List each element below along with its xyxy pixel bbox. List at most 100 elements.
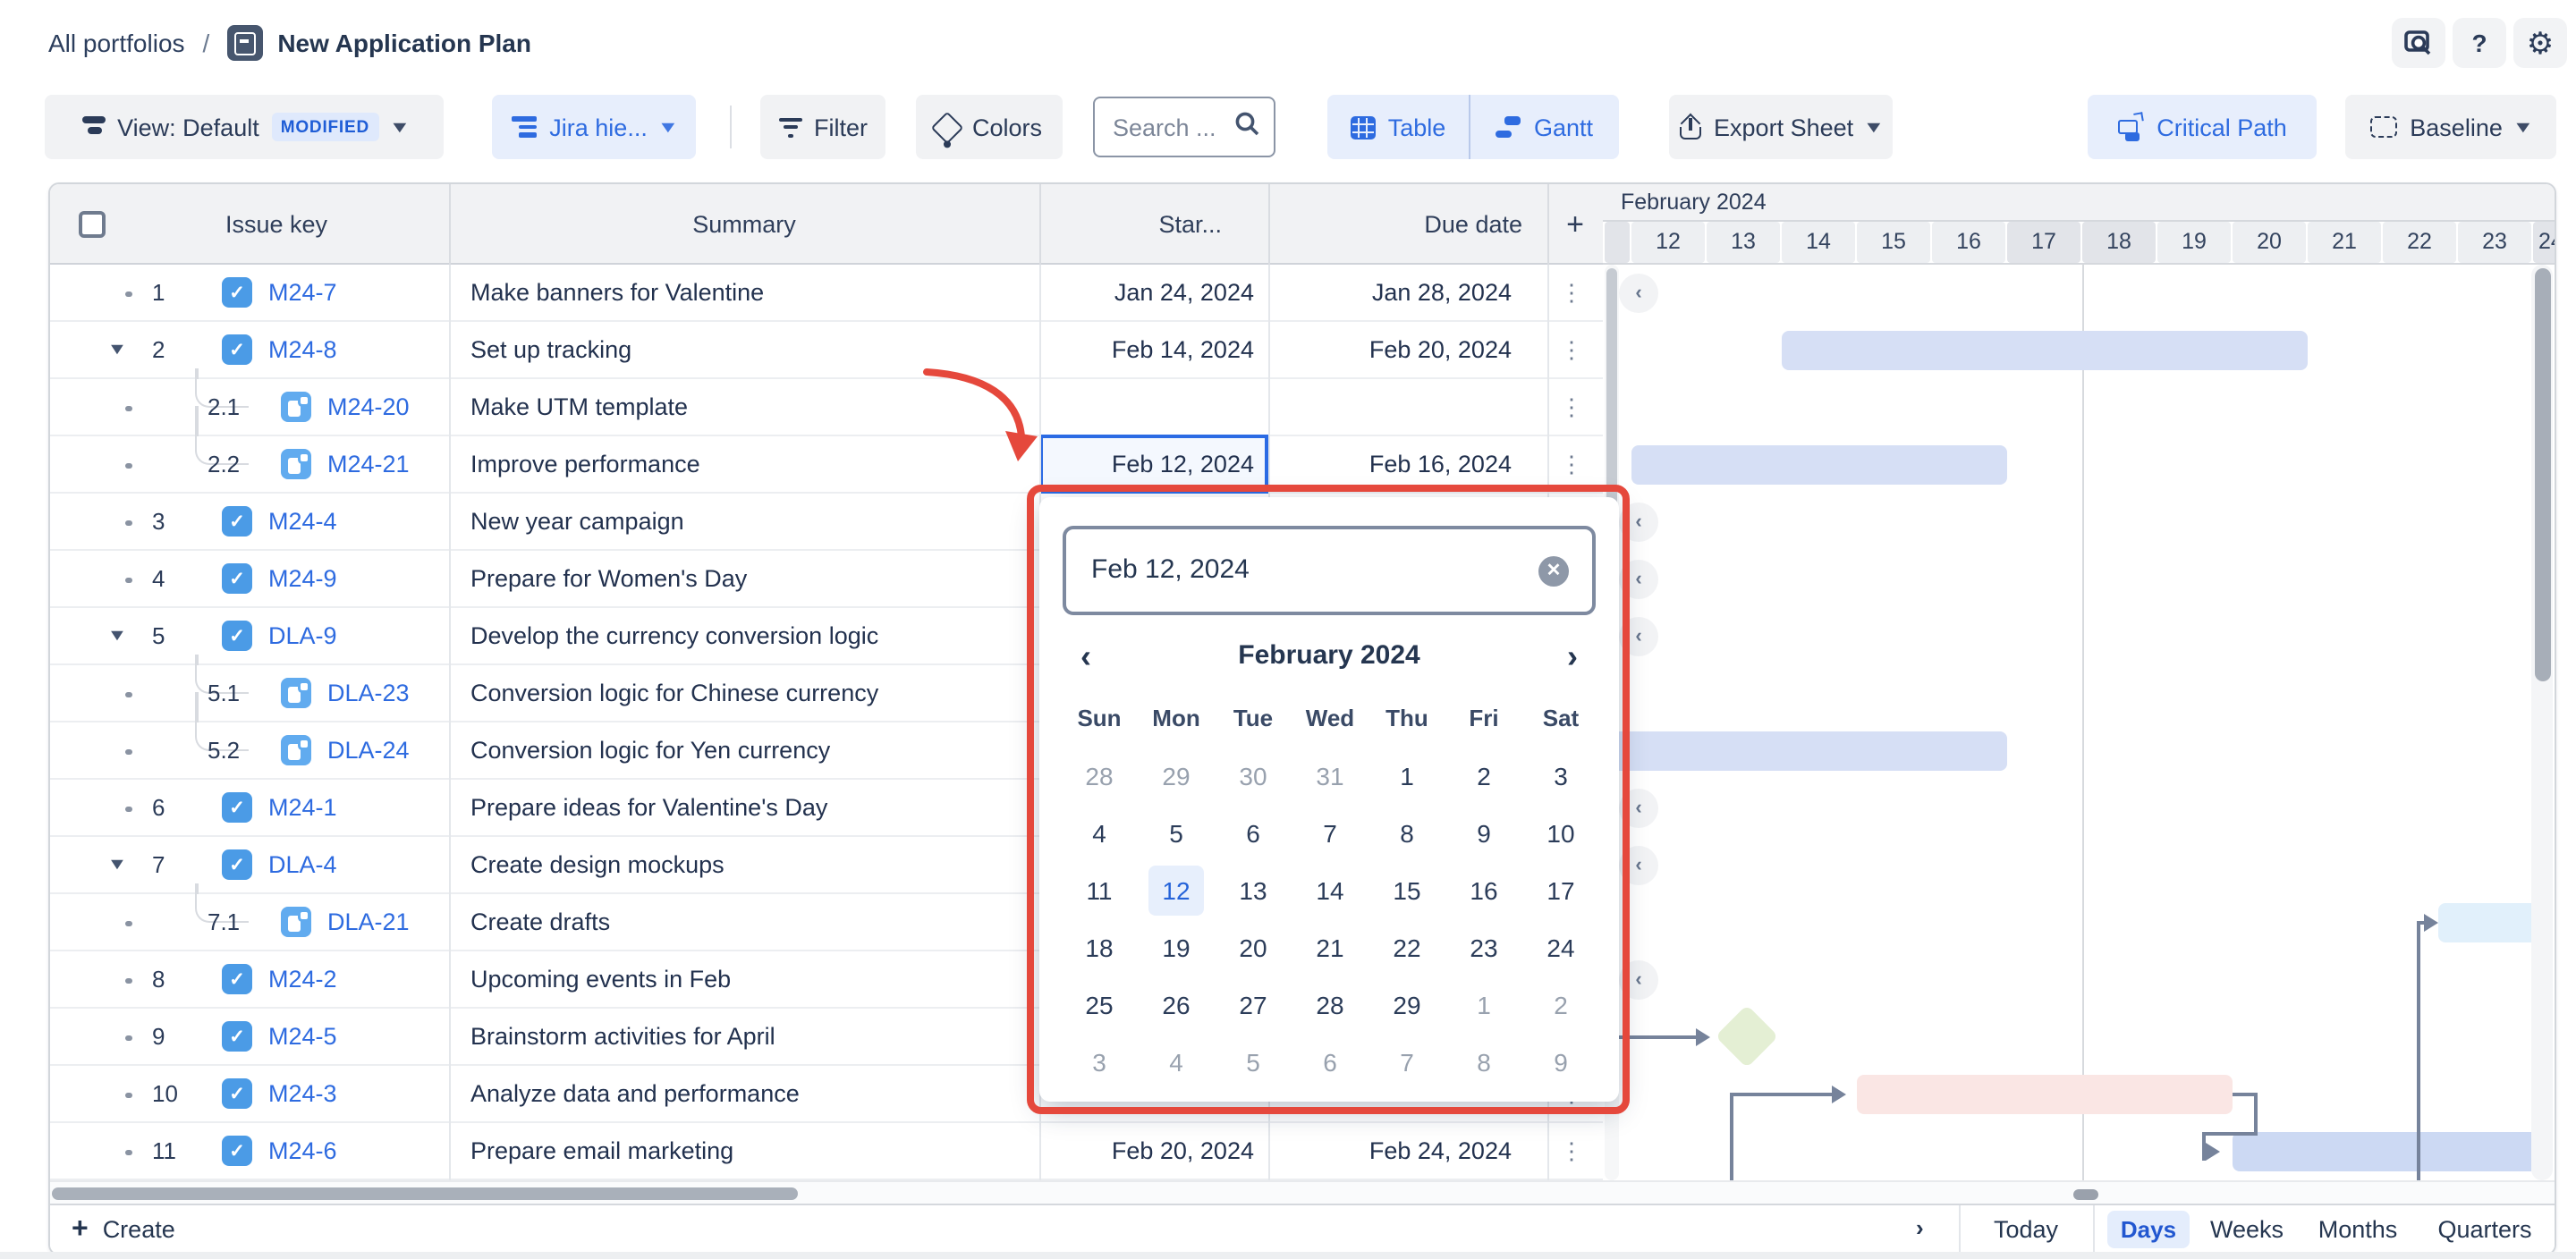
table-row[interactable]: 1✓M24-7Make banners for ValentineJan 24,… [50, 265, 1603, 322]
gantt-view-button[interactable]: Gantt [1470, 95, 1619, 159]
issue-key-link[interactable]: M24-3 [268, 1066, 337, 1121]
gantt-bar-11[interactable] [2233, 1132, 2531, 1171]
today-button[interactable]: Today [1959, 1205, 2093, 1254]
column-issue-key[interactable]: Issue key [50, 184, 449, 265]
start-date-cell[interactable]: Feb 14, 2024 [1039, 322, 1254, 377]
task-type-icon: ✓ [222, 1136, 252, 1166]
gantt-bar-10[interactable] [1857, 1075, 2233, 1114]
filter-button[interactable]: Filter [760, 95, 886, 159]
issue-summary[interactable]: Improve performance [470, 436, 700, 492]
issue-key-link[interactable]: M24-4 [268, 494, 337, 549]
gantt-bar-2.2[interactable] [1631, 445, 2007, 485]
due-date-cell[interactable]: Feb 20, 2024 [1268, 322, 1530, 377]
issue-summary[interactable]: Conversion logic for Chinese currency [470, 665, 878, 721]
table-row[interactable]: ▼2✓M24-8Set up trackingFeb 14, 2024Feb 2… [50, 322, 1603, 379]
preview-icon [2404, 30, 2433, 55]
issue-summary[interactable]: New year campaign [470, 494, 684, 549]
issue-key-link[interactable]: DLA-9 [268, 608, 337, 663]
baseline-button[interactable]: Baseline ▼ [2345, 95, 2556, 159]
issue-key-link[interactable]: M24-6 [268, 1123, 337, 1179]
gantt-bar-5.2[interactable] [1603, 731, 2007, 771]
issue-summary[interactable]: Make UTM template [470, 379, 688, 435]
row-dot [125, 291, 131, 297]
tree-line [195, 692, 198, 722]
task-type-icon: ✓ [222, 1078, 252, 1109]
issue-key-link[interactable]: DLA-23 [327, 665, 410, 721]
issue-summary[interactable]: Create design mockups [470, 837, 724, 892]
row-menu-kebab-icon[interactable]: ⋮ [1560, 379, 1583, 435]
row-menu-kebab-icon[interactable]: ⋮ [1560, 322, 1583, 377]
issue-summary[interactable]: Prepare email marketing [470, 1123, 733, 1179]
issue-summary[interactable]: Upcoming events in Feb [470, 951, 731, 1007]
issue-key-link[interactable]: M24-9 [268, 551, 337, 606]
due-date-cell[interactable]: Feb 24, 2024 [1268, 1123, 1530, 1179]
issue-key-link[interactable]: M24-21 [327, 436, 410, 492]
issue-summary[interactable]: Make banners for Valentine [470, 265, 764, 320]
row-menu-kebab-icon[interactable]: ⋮ [1560, 265, 1583, 320]
column-due-date[interactable]: Due date [1268, 184, 1547, 265]
settings-button[interactable]: ⚙ [2513, 18, 2567, 68]
issue-key-link[interactable]: DLA-4 [268, 837, 337, 892]
colors-button[interactable]: Colors [916, 95, 1063, 159]
column-start-date[interactable]: Star... [1039, 184, 1268, 265]
issue-summary[interactable]: Develop the currency conversion logic [470, 608, 878, 663]
gantt-horizontal-scrollbar[interactable] [2073, 1188, 2098, 1199]
issue-summary[interactable]: Conversion logic for Yen currency [470, 722, 830, 778]
table-row[interactable]: 2.1M24-20Make UTM template⋮ [50, 379, 1603, 436]
table-row[interactable]: 11 ✓ M24-6 Prepare email marketing Feb 20, 2… [50, 1123, 1603, 1180]
issue-key-link[interactable]: DLA-24 [327, 722, 410, 778]
zoom-quarters-button[interactable]: Quarters [2429, 1205, 2540, 1254]
view-selector-button[interactable]: View: Default MODIFIED ▼ [45, 95, 444, 159]
expand-chevron-icon[interactable]: ▼ [106, 322, 127, 377]
row-menu-kebab-icon[interactable]: ⋮ [1560, 1123, 1583, 1179]
view-mode-switch: Table Gantt [1327, 95, 1619, 159]
table-horizontal-scrollbar[interactable] [52, 1187, 798, 1200]
due-date-cell[interactable]: Feb 16, 2024 [1268, 436, 1530, 492]
search-input[interactable]: Search ... [1093, 97, 1275, 157]
hierarchy-selector-button[interactable]: Jira hie... ▼ [492, 95, 696, 159]
row-menu-kebab-icon[interactable]: ⋮ [1560, 436, 1583, 492]
zoom-weeks-button[interactable]: Weeks [2204, 1205, 2290, 1254]
issue-summary[interactable]: Create drafts [470, 894, 610, 950]
scroll-to-task-chevron[interactable]: ‹ [1619, 274, 1658, 313]
issue-key-link[interactable]: M24-8 [268, 322, 337, 377]
gantt-bar-7.1[interactable] [2438, 903, 2531, 942]
help-button[interactable]: ? [2453, 18, 2506, 68]
task-type-icon: ✓ [222, 1021, 252, 1052]
issue-key-link[interactable]: M24-7 [268, 265, 337, 320]
task-type-icon: ✓ [222, 334, 252, 365]
due-date-cell[interactable]: Jan 28, 2024 [1268, 265, 1530, 320]
row-index: 11 [152, 1123, 176, 1179]
preview-button[interactable] [2392, 18, 2445, 68]
issue-key-link[interactable]: M24-1 [268, 780, 337, 835]
colors-label: Colors [972, 114, 1042, 140]
gantt-bar-2[interactable] [1782, 331, 2308, 370]
issue-summary[interactable]: Prepare for Women's Day [470, 551, 747, 606]
issue-key-link[interactable]: DLA-21 [327, 894, 410, 950]
expand-chevron-icon[interactable]: ▼ [106, 608, 127, 663]
export-sheet-button[interactable]: Export Sheet ▼ [1669, 95, 1893, 159]
issue-key-link[interactable]: M24-20 [327, 379, 410, 435]
expand-panel-chevron[interactable]: › [1916, 1205, 1924, 1252]
issue-summary[interactable]: Set up tracking [470, 322, 631, 377]
issue-key-link[interactable]: M24-2 [268, 951, 337, 1007]
issue-summary[interactable]: Prepare ideas for Valentine's Day [470, 780, 827, 835]
issue-summary[interactable]: Brainstorm activities for April [470, 1009, 775, 1064]
table-view-button[interactable]: Table [1327, 95, 1470, 159]
zoom-months-button[interactable]: Months [2311, 1205, 2404, 1254]
start-date-cell[interactable]: Jan 24, 2024 [1039, 265, 1254, 320]
zoom-days-button[interactable]: Days [2107, 1211, 2190, 1248]
start-date-cell[interactable]: Feb 20, 2024 [1039, 1123, 1254, 1179]
page-bottom-strip [0, 1252, 2576, 1259]
breadcrumb-all-portfolios[interactable]: All portfolios [48, 29, 185, 57]
issue-key-link[interactable]: M24-5 [268, 1009, 337, 1064]
add-column-button[interactable]: + [1547, 184, 1603, 265]
create-button[interactable]: + Create [72, 1205, 175, 1254]
column-summary[interactable]: Summary [449, 184, 1039, 265]
row-index: 1 [152, 265, 165, 320]
baseline-icon [2370, 116, 2397, 138]
issue-summary[interactable]: Analyze data and performance [470, 1066, 800, 1121]
expand-chevron-icon[interactable]: ▼ [106, 837, 127, 892]
critical-path-button[interactable]: Critical Path [2088, 95, 2317, 159]
start-date-cell[interactable]: Feb 12, 2024 [1039, 436, 1254, 492]
